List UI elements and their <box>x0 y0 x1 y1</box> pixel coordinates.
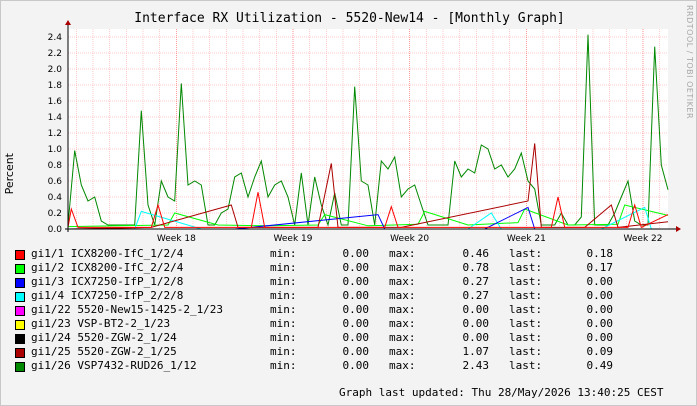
legend-series-name: gi1/25 5520-ZGW-2_1/25 <box>31 345 177 358</box>
y-axis-arrow <box>65 20 71 25</box>
legend-swatch <box>15 292 25 302</box>
legend-min-label: min: <box>270 303 297 316</box>
legend-last-value: 0.17 <box>586 261 614 274</box>
plot-background <box>68 29 668 229</box>
legend-max-value: 2.43 <box>462 359 490 372</box>
legend-series-name: gi1/1 ICX8200-IfC_1/2/4 <box>31 247 184 260</box>
legend-series-name: gi1/2 ICX8200-IfC_2/2/4 <box>31 261 184 274</box>
legend-last-label: last: <box>509 317 543 330</box>
y-tick-label: 0.4 <box>48 193 63 203</box>
legend-min-value: 0.00 <box>342 317 370 330</box>
legend-min-label: min: <box>270 261 297 274</box>
y-tick-label: 1.0 <box>48 145 63 155</box>
legend-series-name: gi1/22 5520-New15-1425-2_1/23 <box>31 303 224 316</box>
legend-min-value: 0.00 <box>342 247 370 260</box>
legend-min-value: 0.00 <box>342 303 370 316</box>
legend-swatch <box>15 348 25 358</box>
legend-last-label: last: <box>509 359 543 372</box>
y-tick-labels: 0.0 0.2 0.4 0.6 0.8 1.0 1.2 1.4 1.6 1.8 2.0 2.2 2.4 <box>48 33 63 235</box>
legend-max-label: max: <box>389 359 416 372</box>
legend-min-label: min: <box>270 331 297 344</box>
legend-last-label: last: <box>509 345 543 358</box>
legend-max-value: 0.46 <box>462 247 490 260</box>
legend-max-label: max: <box>389 317 416 330</box>
legend-min-value: 0.00 <box>342 289 370 302</box>
legend-swatch <box>15 362 25 372</box>
legend-max-value: 0.00 <box>462 303 490 316</box>
legend-last-label: last: <box>509 261 543 274</box>
x-tick-label: Week 19 <box>274 234 313 244</box>
legend-last-label: last: <box>509 247 543 260</box>
x-tick-label: Week 21 <box>507 234 546 244</box>
legend-min-label: min: <box>270 359 297 372</box>
legend-max-label: max: <box>389 345 416 358</box>
legend-min-value: 0.00 <box>342 261 370 274</box>
legend-series-name: gi1/3 ICX7250-IfP_1/2/8 <box>31 275 184 288</box>
legend-series-name: gi1/23 VSP-BT2-2_1/23 <box>31 317 171 330</box>
legend-min-value: 0.00 <box>342 359 370 372</box>
y-tick-label: 0.2 <box>48 209 62 219</box>
legend-last-value: 0.00 <box>586 317 614 330</box>
legend-min-label: min: <box>270 289 297 302</box>
y-tick-label: 1.2 <box>48 129 62 139</box>
legend-swatch <box>15 278 25 288</box>
y-tick-label: 0.0 <box>48 225 63 235</box>
x-tick-label: Week 20 <box>390 234 429 244</box>
legend-max-label: max: <box>389 331 416 344</box>
graph-frame: Interface RX Utilization - 5520-New14 - … <box>0 0 697 406</box>
legend-max-value: 0.00 <box>462 317 490 330</box>
y-tick-label: 2.0 <box>48 65 63 75</box>
chart-plot: 0.00.20.40.60.81.01.21.41.61.82.02.22.4 … <box>48 20 681 244</box>
legend-last-value: 0.49 <box>586 359 614 372</box>
legend-last-label: last: <box>509 303 543 316</box>
legend-last-value: 0.00 <box>586 275 614 288</box>
y-tick-label: 0.6 <box>48 177 63 187</box>
legend-last-label: last: <box>509 331 543 344</box>
legend-last-value: 0.00 <box>586 289 614 302</box>
legend-min-value: 0.00 <box>342 345 370 358</box>
y-tick-label: 1.6 <box>48 97 63 107</box>
legend-max-label: max: <box>389 303 416 316</box>
legend-min-label: min: <box>270 247 297 260</box>
legend-series-name: gi1/26 VSP7432-RUD26_1/12 <box>31 359 197 372</box>
legend-series-name: gi1/4 ICX7250-IfP_2/2/8 <box>31 289 184 302</box>
legend-max-value: 1.07 <box>462 345 490 358</box>
legend-swatch <box>15 250 25 260</box>
y-tick-label: 1.4 <box>48 113 63 123</box>
legend-max-label: max: <box>389 275 416 288</box>
y-tick-label: 0.8 <box>48 161 63 171</box>
legend-max-value: 0.00 <box>462 331 490 344</box>
x-tick-label: Week 22 <box>624 234 663 244</box>
legend-swatch <box>15 334 25 344</box>
legend-min-value: 0.00 <box>342 331 370 344</box>
legend-last-value: 0.09 <box>586 345 614 358</box>
legend-min-label: min: <box>270 275 297 288</box>
y-tick-label: 1.8 <box>48 81 63 91</box>
x-tick-labels: Week 18 Week 19 Week 20 Week 21 Week 22 <box>157 234 663 244</box>
legend-max-value: 0.78 <box>462 261 490 274</box>
legend-min-label: min: <box>270 317 297 330</box>
legend-series-name: gi1/24 5520-ZGW-2_1/24 <box>31 331 177 344</box>
legend-max-label: max: <box>389 289 416 302</box>
legend-max-label: max: <box>389 247 416 260</box>
legend-max-label: max: <box>389 261 416 274</box>
y-tick-label: 2.2 <box>48 49 62 59</box>
legend-max-value: 0.27 <box>462 275 490 288</box>
legend-min-value: 0.00 <box>342 275 370 288</box>
legend-last-label: last: <box>509 289 543 302</box>
legend-last-value: 0.18 <box>586 247 614 260</box>
legend-last-label: last: <box>509 275 543 288</box>
legend-swatch <box>15 264 25 274</box>
legend-last-value: 0.00 <box>586 303 614 316</box>
legend-swatch <box>15 320 25 330</box>
last-updated-text: Graph last updated: Thu 28/May/2026 13:4… <box>339 386 664 399</box>
legend-last-value: 0.00 <box>586 331 614 344</box>
x-axis-arrow <box>676 226 681 232</box>
x-tick-label: Week 18 <box>157 234 196 244</box>
legend-min-label: min: <box>270 345 297 358</box>
y-tick-label: 2.4 <box>48 33 63 43</box>
legend-swatch <box>15 306 25 316</box>
legend-max-value: 0.27 <box>462 289 490 302</box>
